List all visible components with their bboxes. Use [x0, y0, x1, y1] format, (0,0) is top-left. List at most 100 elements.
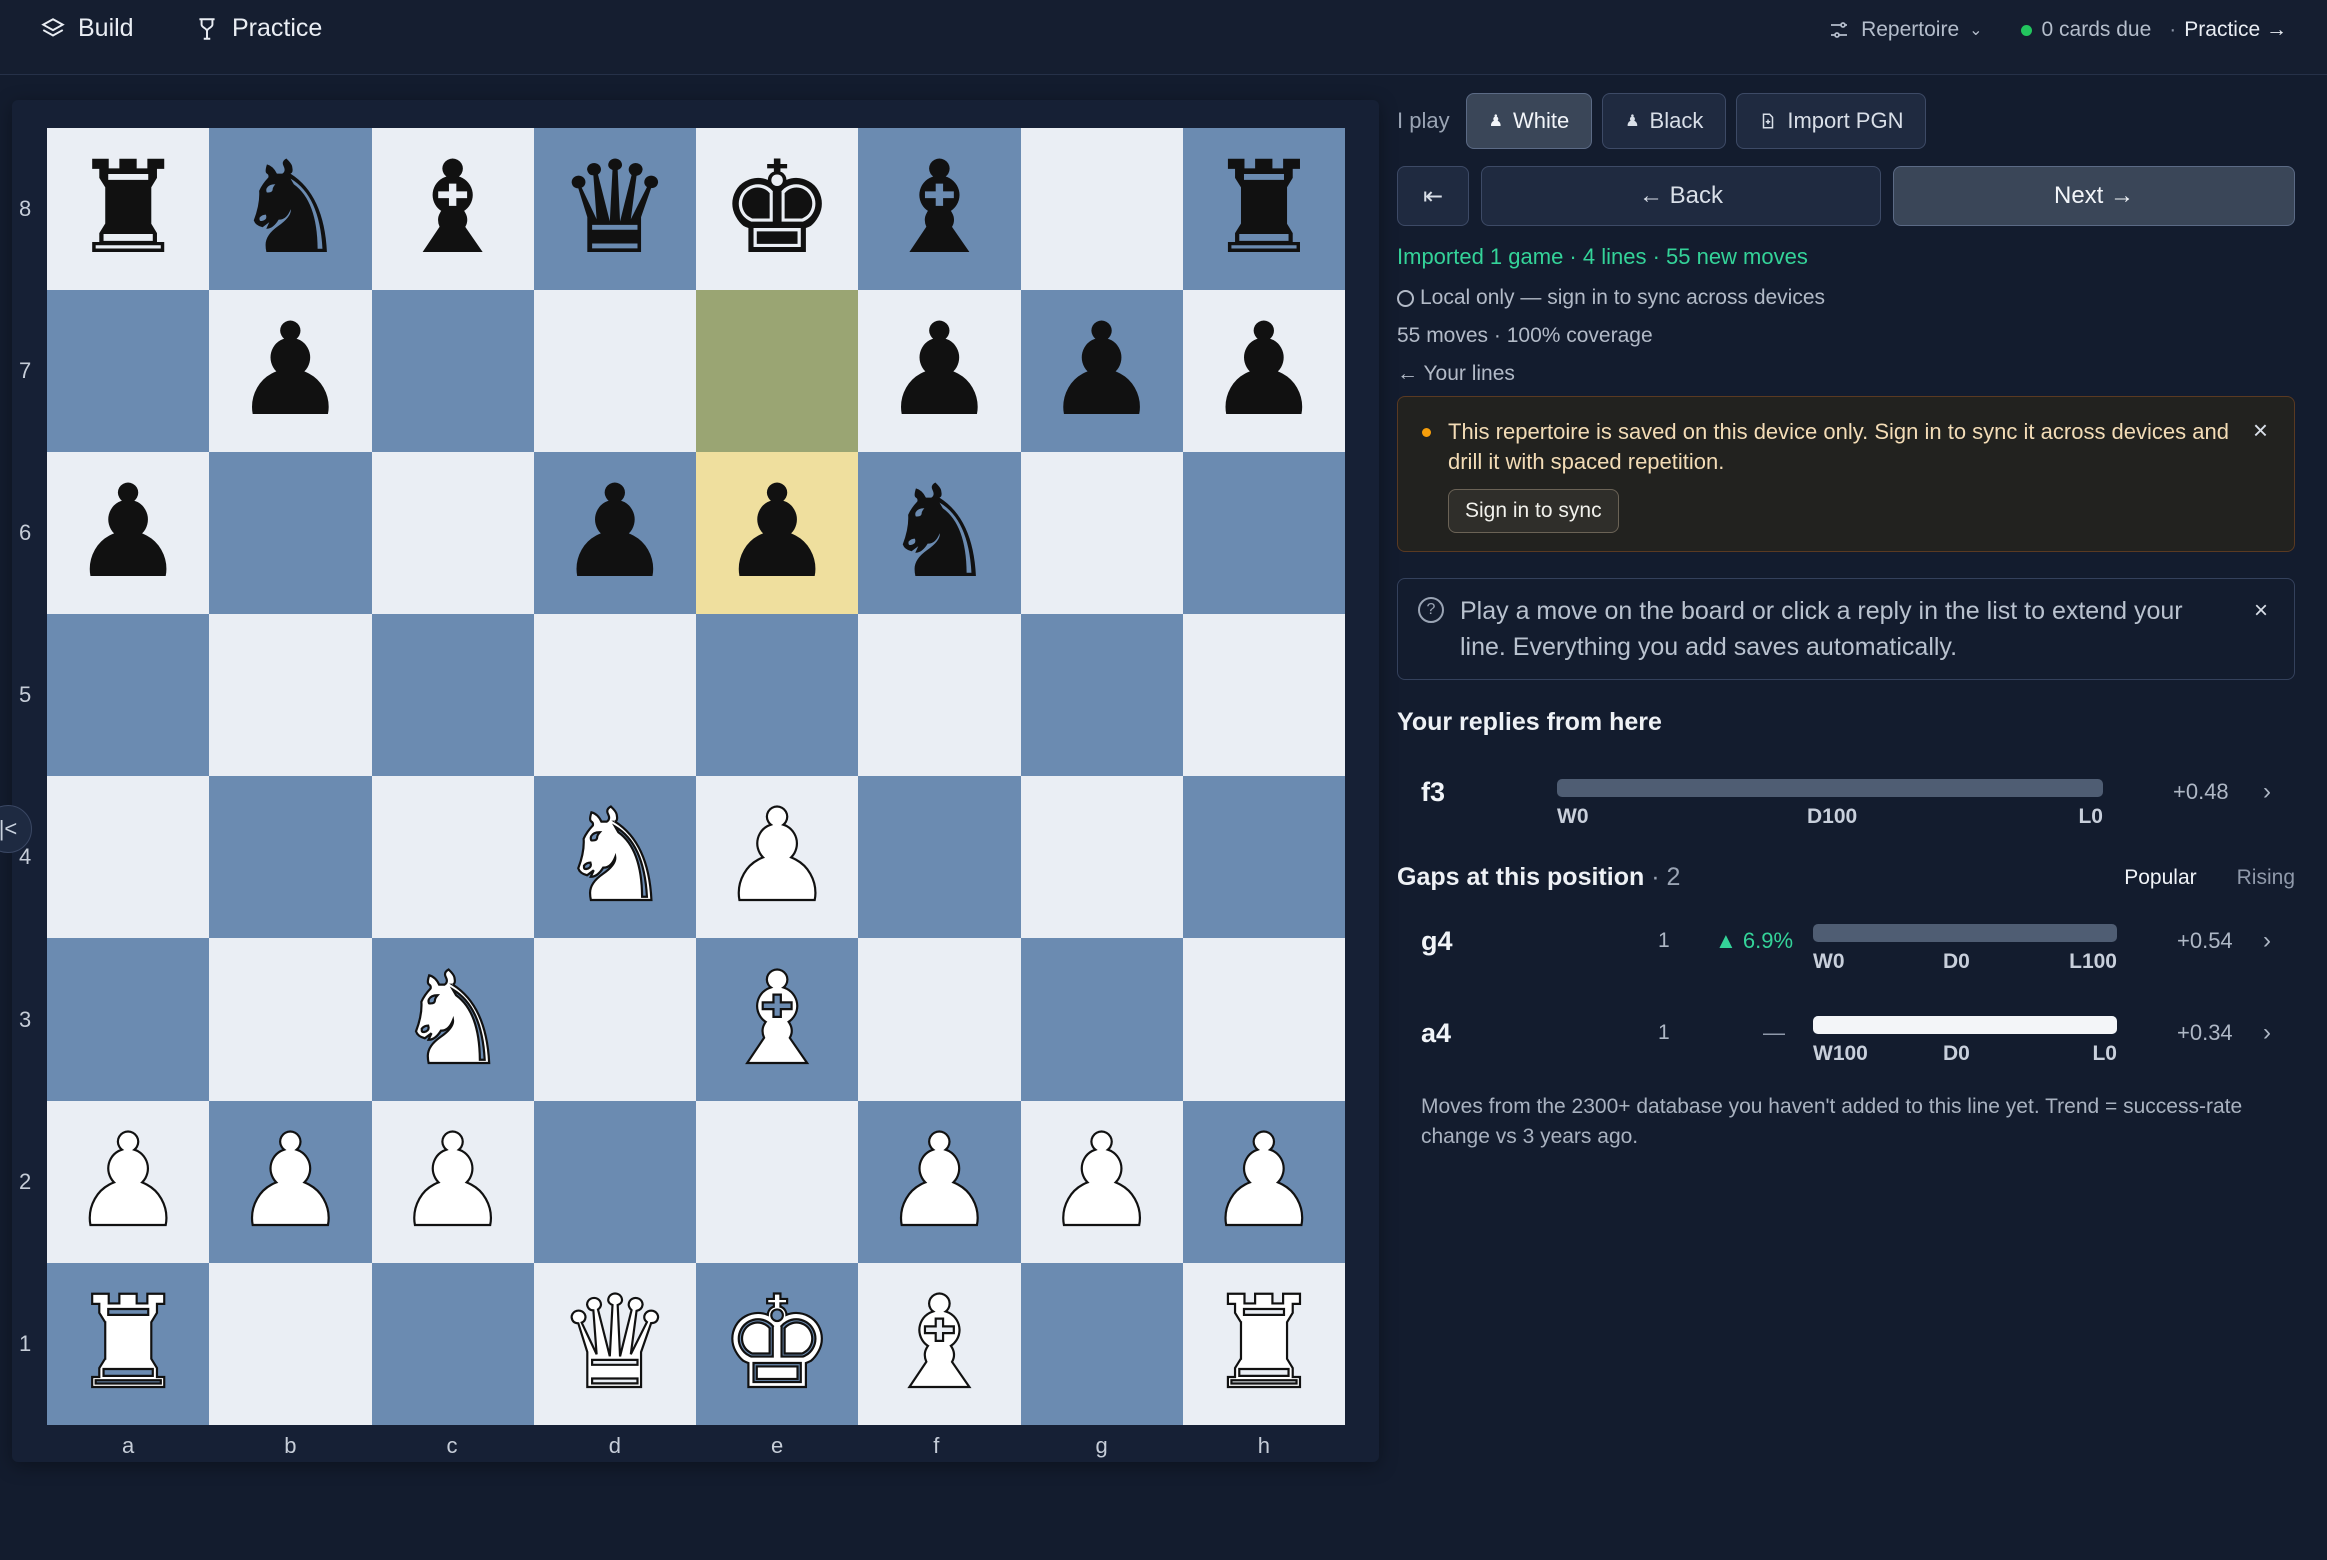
- square-h6[interactable]: [1182, 452, 1345, 615]
- square-d6[interactable]: ♟: [533, 452, 696, 615]
- square-g8[interactable]: [1020, 128, 1183, 291]
- sign-in-button[interactable]: Sign in to sync: [1448, 489, 1619, 533]
- square-e3[interactable]: ♝: [696, 938, 859, 1101]
- square-c5[interactable]: [371, 614, 534, 777]
- square-f3[interactable]: [858, 938, 1021, 1101]
- black-pawn-icon[interactable]: ♟: [882, 307, 997, 435]
- square-a7[interactable]: [47, 290, 210, 453]
- square-f4[interactable]: [858, 776, 1021, 939]
- black-pawn-icon[interactable]: ♟: [71, 469, 186, 597]
- repertoire-dropdown[interactable]: Repertoire ⌄: [1827, 18, 1983, 42]
- square-f6[interactable]: ♞: [858, 452, 1021, 615]
- white-rook-icon[interactable]: ♜: [1205, 1278, 1322, 1408]
- square-b7[interactable]: ♟: [209, 290, 372, 453]
- import-pgn-button[interactable]: Import PGN: [1736, 93, 1927, 149]
- square-h4[interactable]: [1182, 776, 1345, 939]
- square-h8[interactable]: ♜: [1182, 128, 1345, 291]
- square-g2[interactable]: ♟: [1020, 1100, 1183, 1263]
- square-g6[interactable]: [1020, 452, 1183, 615]
- practice-link[interactable]: Practice →: [2184, 18, 2287, 42]
- white-pawn-icon[interactable]: ♟: [70, 1116, 187, 1246]
- square-b1[interactable]: [209, 1262, 372, 1425]
- white-pawn-icon[interactable]: ♟: [881, 1116, 998, 1246]
- black-bishop-icon[interactable]: ♝: [882, 145, 997, 273]
- white-bishop-icon[interactable]: ♝: [719, 954, 836, 1084]
- gap-row[interactable]: a4 1 — W100 D0 L0 +0.34 ›: [1397, 990, 2295, 1082]
- black-pawn-icon[interactable]: ♟: [1044, 307, 1159, 435]
- square-f5[interactable]: [858, 614, 1021, 777]
- square-d3[interactable]: [533, 938, 696, 1101]
- white-rook-icon[interactable]: ♜: [70, 1278, 187, 1408]
- back-button[interactable]: ← Back: [1481, 166, 1881, 226]
- square-a1[interactable]: ♜: [47, 1262, 210, 1425]
- square-d2[interactable]: [533, 1100, 696, 1263]
- square-e4[interactable]: ♟: [696, 776, 859, 939]
- square-b5[interactable]: [209, 614, 372, 777]
- white-pawn-icon[interactable]: ♟: [1043, 1116, 1160, 1246]
- square-c7[interactable]: [371, 290, 534, 453]
- square-h2[interactable]: ♟: [1182, 1100, 1345, 1263]
- square-a3[interactable]: [47, 938, 210, 1101]
- square-b6[interactable]: [209, 452, 372, 615]
- black-knight-icon[interactable]: ♞: [233, 145, 348, 273]
- square-a5[interactable]: [47, 614, 210, 777]
- tab-rising[interactable]: Rising: [2237, 866, 2295, 890]
- square-g3[interactable]: [1020, 938, 1183, 1101]
- your-lines-link[interactable]: ← Your lines: [1397, 362, 2295, 386]
- square-d4[interactable]: ♞: [533, 776, 696, 939]
- white-pawn-icon[interactable]: ♟: [719, 792, 836, 922]
- white-pawn-icon[interactable]: ♟: [1205, 1116, 1322, 1246]
- reply-row[interactable]: f3 W0 D100 L0 +0.48 ›: [1397, 749, 2295, 845]
- white-queen-icon[interactable]: ♛: [556, 1278, 673, 1408]
- square-e6[interactable]: ♟: [696, 452, 859, 615]
- next-button[interactable]: Next →: [1893, 166, 2295, 226]
- square-h1[interactable]: ♜: [1182, 1262, 1345, 1425]
- square-b4[interactable]: [209, 776, 372, 939]
- square-f7[interactable]: ♟: [858, 290, 1021, 453]
- square-h7[interactable]: ♟: [1182, 290, 1345, 453]
- gap-row[interactable]: g4 1 ▲ 6.9% W0 D0 L100 +0.54 ›: [1397, 898, 2295, 990]
- square-d1[interactable]: ♛: [533, 1262, 696, 1425]
- play-black-button[interactable]: ♟ Black: [1602, 93, 1727, 149]
- square-e2[interactable]: [696, 1100, 859, 1263]
- white-knight-icon[interactable]: ♞: [394, 954, 511, 1084]
- square-a4[interactable]: [47, 776, 210, 939]
- square-g7[interactable]: ♟: [1020, 290, 1183, 453]
- black-pawn-icon[interactable]: ♟: [1207, 307, 1322, 435]
- square-c8[interactable]: ♝: [371, 128, 534, 291]
- square-h5[interactable]: [1182, 614, 1345, 777]
- square-c1[interactable]: [371, 1262, 534, 1425]
- square-f1[interactable]: ♝: [858, 1262, 1021, 1425]
- square-f2[interactable]: ♟: [858, 1100, 1021, 1263]
- close-icon[interactable]: ×: [2253, 415, 2268, 445]
- tab-popular[interactable]: Popular: [2124, 866, 2196, 890]
- square-c2[interactable]: ♟: [371, 1100, 534, 1263]
- square-g1[interactable]: [1020, 1262, 1183, 1425]
- white-pawn-icon[interactable]: ♟: [232, 1116, 349, 1246]
- square-g4[interactable]: [1020, 776, 1183, 939]
- square-c4[interactable]: [371, 776, 534, 939]
- nav-build[interactable]: Build: [40, 14, 134, 43]
- square-c3[interactable]: ♞: [371, 938, 534, 1101]
- close-icon[interactable]: ×: [2254, 593, 2268, 629]
- square-d5[interactable]: [533, 614, 696, 777]
- square-b2[interactable]: ♟: [209, 1100, 372, 1263]
- square-b8[interactable]: ♞: [209, 128, 372, 291]
- black-knight-icon[interactable]: ♞: [882, 469, 997, 597]
- black-pawn-icon[interactable]: ♟: [558, 469, 673, 597]
- white-pawn-icon[interactable]: ♟: [394, 1116, 511, 1246]
- square-e8[interactable]: ♚: [696, 128, 859, 291]
- square-c6[interactable]: [371, 452, 534, 615]
- black-queen-icon[interactable]: ♛: [558, 145, 673, 273]
- square-b3[interactable]: [209, 938, 372, 1101]
- nav-practice[interactable]: Practice: [194, 14, 322, 43]
- square-d8[interactable]: ♛: [533, 128, 696, 291]
- square-e7[interactable]: [696, 290, 859, 453]
- square-a8[interactable]: ♜: [47, 128, 210, 291]
- first-move-button[interactable]: ⇤: [1397, 166, 1469, 226]
- chess-board[interactable]: ♜ ♞ ♝ ♛ ♚ ♝ ♜ ♟ ♟ ♟ ♟ ♟ ♟ ♟ ♞ ♞ ♟ ♞ ♝ ♟ ♟ ♟ ♟ ♟ ♟ ♜ ♛ ♚ ♝ ♜: [47, 128, 1345, 1425]
- black-rook-icon[interactable]: ♜: [71, 145, 186, 273]
- square-h3[interactable]: [1182, 938, 1345, 1101]
- square-e1[interactable]: ♚: [696, 1262, 859, 1425]
- square-e5[interactable]: [696, 614, 859, 777]
